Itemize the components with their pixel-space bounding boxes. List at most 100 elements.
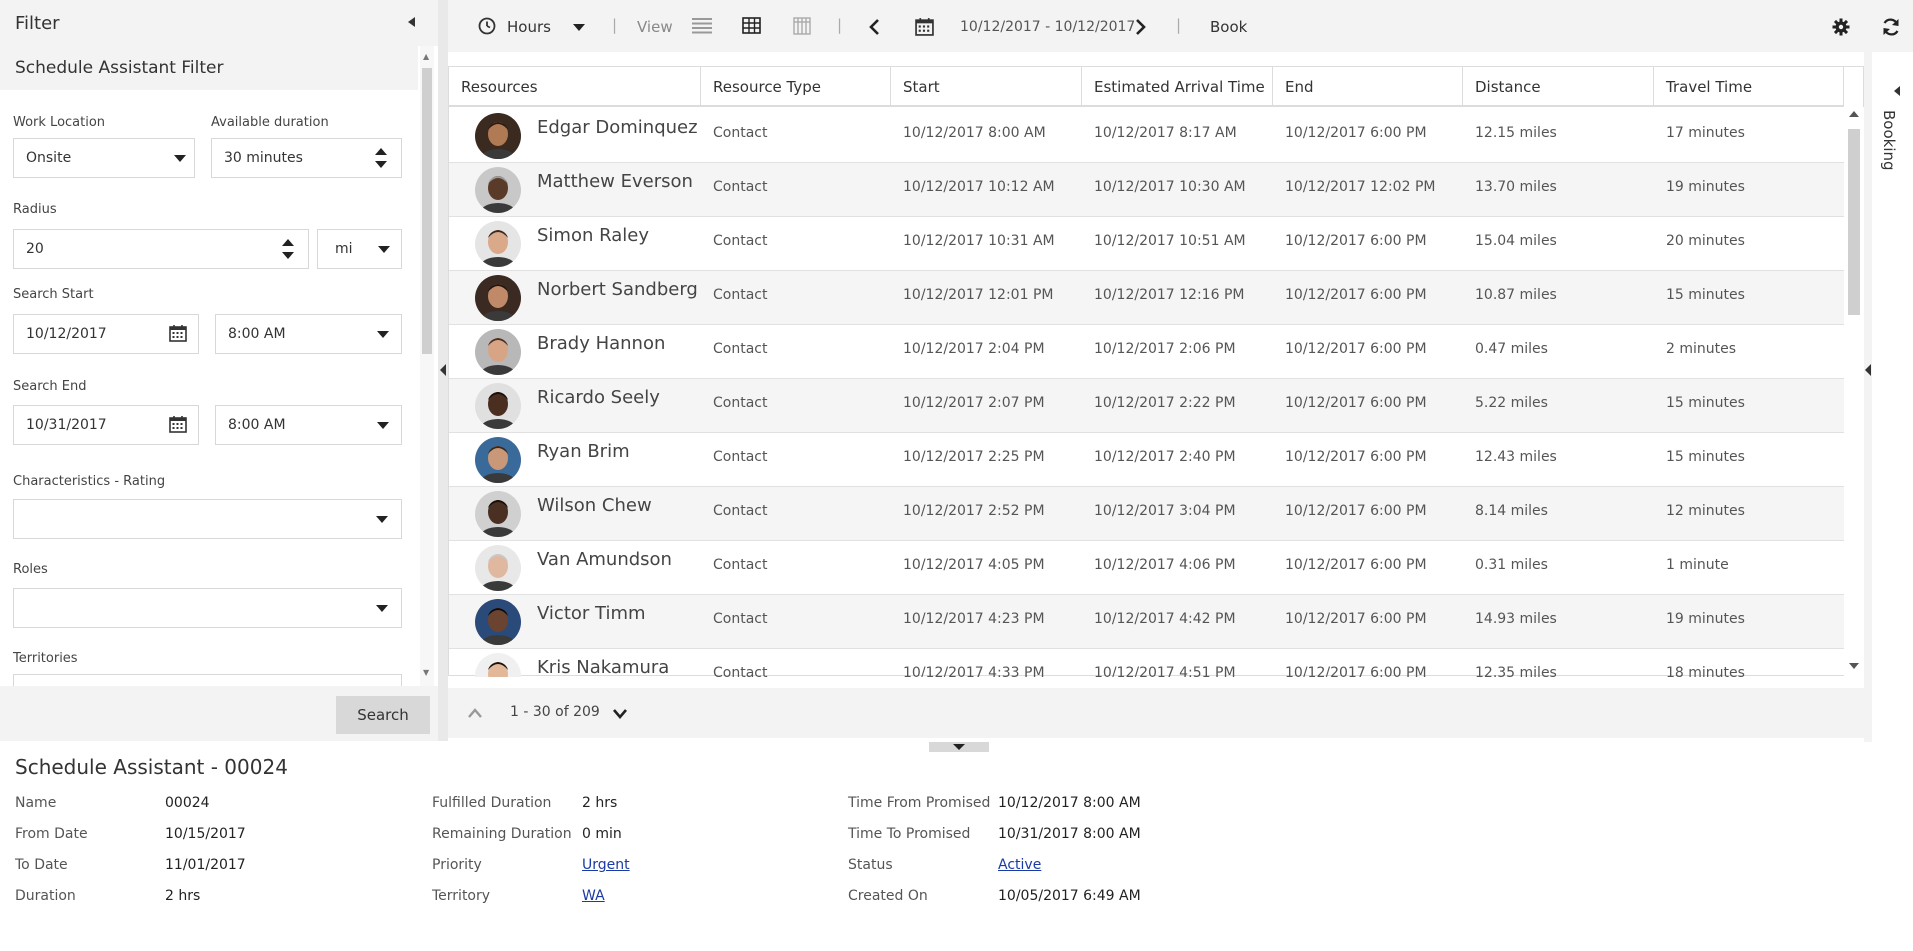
collapse-left-icon[interactable] (440, 364, 446, 376)
table-row[interactable]: Ricardo Seely Contact 10/12/2017 2:07 PM 10… (449, 379, 1844, 433)
previous-icon[interactable] (868, 18, 880, 36)
previous-page-icon[interactable] (468, 706, 482, 720)
calendar-icon[interactable] (169, 415, 187, 433)
column-header-travel-time[interactable]: Travel Time (1654, 67, 1844, 107)
spinner-icon[interactable] (375, 148, 387, 170)
column-header-resource-type[interactable]: Resource Type (701, 67, 891, 107)
grid-scrollbar[interactable] (1844, 107, 1864, 677)
book-button[interactable]: Book (1210, 18, 1247, 36)
resource-name[interactable]: Victor Timm (537, 603, 646, 624)
avatar (475, 221, 521, 267)
table-row[interactable]: Kris Nakamura Contact 10/12/2017 4:33 PM 10… (449, 649, 1844, 677)
column-header-estimated-arrival[interactable]: Estimated Arrival Time (1082, 67, 1273, 107)
resource-name[interactable]: Brady Hannon (537, 333, 665, 354)
work-location-select[interactable]: Onsite (13, 138, 195, 178)
hours-dropdown[interactable]: Hours (507, 18, 551, 36)
table-row[interactable]: Wilson Chew Contact 10/12/2017 2:52 PM 10/1… (449, 487, 1844, 541)
distance-cell: 12.15 miles (1475, 125, 1557, 141)
details-title: Schedule Assistant - 00024 (15, 755, 288, 779)
resource-name[interactable]: Wilson Chew (537, 495, 652, 516)
table-row[interactable]: Van Amundson Contact 10/12/2017 4:05 PM 10/… (449, 541, 1844, 595)
search-end-date-field[interactable]: 10/31/2017 (13, 405, 199, 445)
spinner-icon[interactable] (282, 239, 294, 261)
next-page-icon[interactable] (612, 706, 628, 720)
search-start-date-value: 10/12/2017 (26, 326, 107, 342)
collapse-filter-icon[interactable] (404, 14, 418, 30)
resource-name[interactable]: Norbert Sandberg (537, 279, 698, 300)
resource-name[interactable]: Matthew Everson (537, 171, 693, 192)
scroll-up-icon[interactable] (1849, 111, 1859, 117)
available-duration-field[interactable]: 30 minutes (211, 138, 402, 178)
table-row[interactable]: Victor Timm Contact 10/12/2017 4:23 PM 10/1… (449, 595, 1844, 649)
chevron-down-icon (174, 155, 186, 162)
avatar (475, 329, 521, 375)
resource-name[interactable]: Simon Raley (537, 225, 649, 246)
booking-splitter[interactable] (1864, 52, 1872, 742)
table-row[interactable]: Matthew Everson Contact 10/12/2017 10:12 A… (449, 163, 1844, 217)
search-start-date-field[interactable]: 10/12/2017 (13, 314, 199, 354)
priority-link[interactable]: Urgent (582, 857, 630, 873)
resource-type-cell: Contact (713, 179, 768, 195)
start-cell: 10/12/2017 2:07 PM (903, 395, 1045, 411)
column-view-icon[interactable] (793, 17, 811, 35)
resource-name[interactable]: Ryan Brim (537, 441, 630, 462)
toolbar-separator: | (837, 16, 843, 34)
scroll-up-icon[interactable]: ▲ (423, 52, 429, 61)
start-cell: 10/12/2017 2:25 PM (903, 449, 1045, 465)
collapse-left-icon[interactable] (1865, 364, 1871, 376)
chevron-down-icon (953, 744, 965, 750)
territory-link[interactable]: WA (582, 888, 605, 904)
table-row[interactable]: Simon Raley Contact 10/12/2017 10:31 AM 10/… (449, 217, 1844, 271)
radius-input[interactable]: 20 (13, 229, 309, 269)
search-start-time-value: 8:00 AM (228, 326, 286, 342)
column-header-resources[interactable]: Resources (449, 67, 701, 107)
radius-unit-select[interactable]: mi (317, 229, 402, 269)
avatar (475, 653, 521, 677)
table-row[interactable]: Edgar Dominquez Contact 10/12/2017 8:00 AM… (449, 109, 1844, 163)
search-end-time-value: 8:00 AM (228, 417, 286, 433)
scroll-down-icon[interactable]: ▼ (423, 668, 429, 677)
table-row[interactable]: Ryan Brim Contact 10/12/2017 2:25 PM 10/12/… (449, 433, 1844, 487)
column-header-distance[interactable]: Distance (1463, 67, 1654, 107)
gear-icon[interactable] (1832, 18, 1850, 36)
search-start-time-select[interactable]: 8:00 AM (215, 314, 402, 354)
booking-panel-tab[interactable]: Booking (1880, 110, 1898, 171)
resource-name[interactable]: Van Amundson (537, 549, 672, 570)
chevron-down-icon[interactable] (573, 24, 585, 31)
filter-splitter[interactable] (438, 0, 448, 741)
table-row[interactable]: Brady Hannon Contact 10/12/2017 2:04 PM 10/… (449, 325, 1844, 379)
chevron-down-icon (376, 516, 388, 523)
status-link[interactable]: Active (998, 857, 1041, 873)
end-cell: 10/12/2017 6:00 PM (1285, 557, 1427, 573)
details-toggle[interactable] (929, 742, 989, 752)
filter-scrollbar[interactable]: ▲ ▼ (420, 46, 434, 686)
characteristics-select[interactable] (13, 499, 402, 539)
grid-view-icon[interactable] (742, 17, 761, 34)
column-header-start[interactable]: Start (891, 67, 1082, 107)
resource-name[interactable]: Ricardo Seely (537, 387, 660, 408)
refresh-icon[interactable] (1881, 17, 1901, 37)
avatar (475, 545, 521, 591)
filter-panel: Filter Schedule Assistant Filter ▲ ▼ Wor… (0, 0, 438, 741)
resource-name[interactable]: Edgar Dominquez (537, 117, 698, 138)
roles-select[interactable] (13, 588, 402, 628)
search-button[interactable]: Search (336, 696, 430, 734)
calendar-icon[interactable] (169, 324, 187, 342)
grid-scrollbar-thumb[interactable] (1848, 129, 1860, 315)
territories-field[interactable] (13, 674, 402, 686)
calendar-icon[interactable] (915, 17, 934, 36)
resource-name[interactable]: Kris Nakamura (537, 657, 669, 677)
search-end-time-select[interactable]: 8:00 AM (215, 405, 402, 445)
table-row[interactable]: Norbert Sandberg Contact 10/12/2017 12:01 … (449, 271, 1844, 325)
scroll-down-icon[interactable] (1849, 663, 1859, 669)
detail-label: Name (15, 795, 57, 811)
filter-scrollbar-thumb[interactable] (422, 68, 432, 354)
expand-booking-icon[interactable] (1894, 86, 1900, 96)
date-range[interactable]: 10/12/2017 - 10/12/2017 (960, 19, 1135, 35)
eta-cell: 10/12/2017 2:22 PM (1094, 395, 1236, 411)
detail-value: 0 min (582, 826, 622, 842)
list-view-icon[interactable] (692, 18, 712, 34)
next-icon[interactable] (1135, 18, 1147, 36)
column-header-end[interactable]: End (1273, 67, 1463, 107)
end-cell: 10/12/2017 6:00 PM (1285, 287, 1427, 303)
